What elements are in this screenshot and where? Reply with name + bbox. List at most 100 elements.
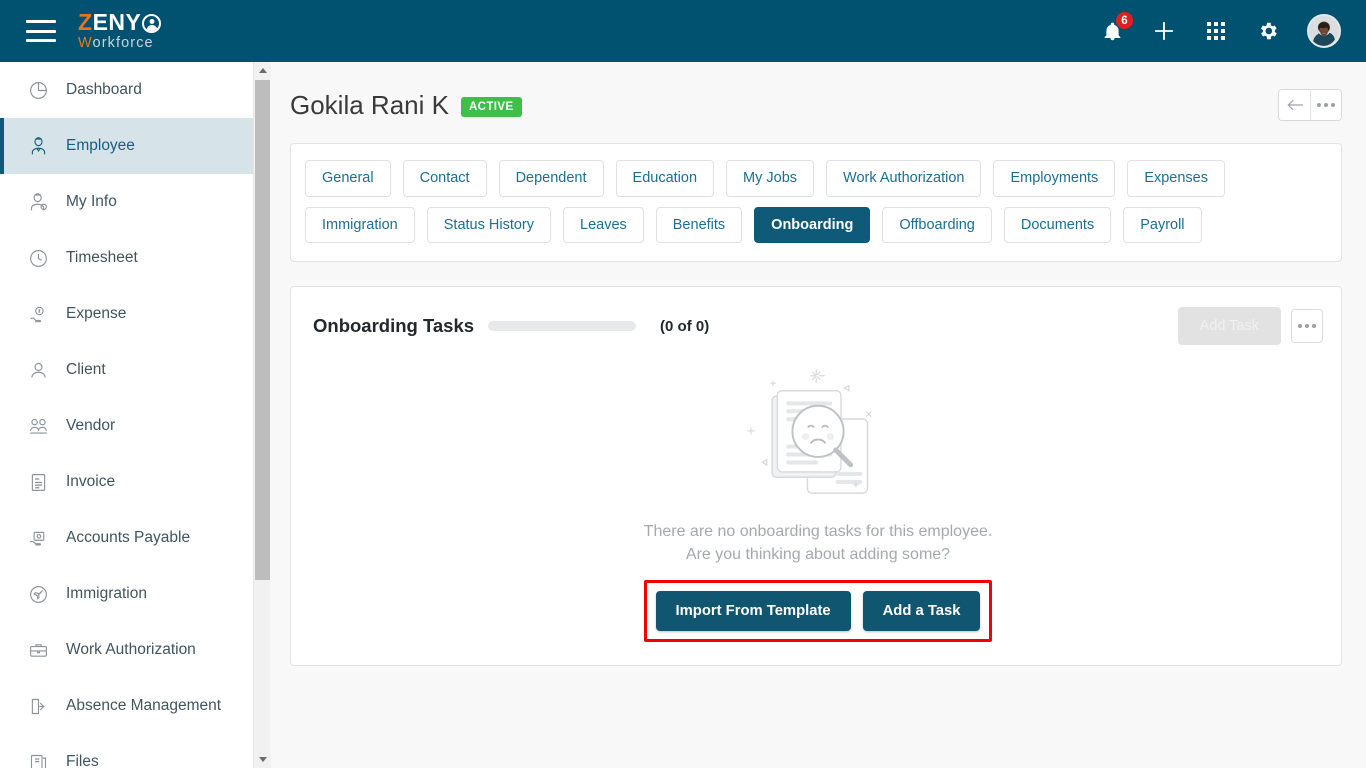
onboarding-progress-count: (0 of 0) — [660, 317, 710, 335]
sidebar-item-label: Absence Management — [66, 697, 222, 714]
onboarding-more-button[interactable] — [1291, 309, 1323, 344]
user-icon — [26, 358, 50, 382]
onboarding-progress-bar — [488, 321, 637, 332]
arrow-left-icon — [1287, 99, 1303, 111]
sidebar-item-accounts-payable[interactable]: Accounts Payable — [0, 510, 253, 566]
sidebar-item-label: Dashboard — [66, 81, 142, 98]
sidebar-item-label: Immigration — [66, 585, 147, 602]
back-button[interactable] — [1279, 90, 1310, 120]
sidebar-item-absence-management[interactable]: Absence Management — [0, 678, 253, 734]
sidebar-item-timesheet[interactable]: Timesheet — [0, 230, 253, 286]
logo-text-w: W — [78, 35, 93, 52]
hamburger-menu-icon[interactable] — [26, 20, 56, 42]
add-task-button[interactable]: Add Task — [1177, 307, 1281, 346]
logo-text-z: Z — [78, 9, 93, 36]
tab-offboarding[interactable]: Offboarding — [882, 206, 992, 244]
globe-plane-icon — [26, 582, 50, 606]
settings-button[interactable] — [1255, 18, 1281, 44]
tab-payroll[interactable]: Payroll — [1123, 206, 1202, 244]
empty-state: There are no onboarding tasks for this e… — [313, 359, 1323, 643]
tab-employments[interactable]: Employments — [993, 160, 1116, 197]
onboarding-tasks-card: Onboarding Tasks (0 of 0) Add Task There… — [290, 286, 1342, 667]
sidebar-item-invoice[interactable]: Invoice — [0, 454, 253, 510]
tab-expenses[interactable]: Expenses — [1127, 160, 1225, 197]
tab-immigration[interactable]: Immigration — [305, 206, 415, 244]
onboarding-tasks-title: Onboarding Tasks — [313, 315, 475, 337]
employee-tabs: General Contact Dependent Education My J… — [305, 160, 1327, 244]
user-avatar[interactable] — [1307, 14, 1341, 48]
sidebar-item-label: Work Authorization — [66, 641, 196, 658]
ellipsis-icon — [1298, 324, 1316, 329]
employee-icon — [26, 134, 50, 158]
scrollbar-thumb[interactable] — [255, 80, 270, 580]
tab-status-history[interactable]: Status History — [426, 206, 551, 244]
page-title: Gokila Rani K — [290, 89, 449, 120]
vendor-icon — [26, 414, 50, 438]
sidebar-item-dashboard[interactable]: Dashboard — [0, 62, 253, 118]
tab-work-authorization[interactable]: Work Authorization — [826, 160, 982, 197]
top-app-bar: Z ENY Workforce 6 — [0, 0, 1366, 62]
add-a-task-button[interactable]: Add a Task — [862, 591, 981, 632]
tab-education[interactable]: Education — [615, 160, 715, 197]
sidebar-scrollbar[interactable] — [253, 62, 271, 768]
sidebar-item-label: Timesheet — [66, 249, 138, 266]
main-content: Gokila Rani K ACTIVE General Contact Dep… — [271, 62, 1366, 768]
page-more-button[interactable] — [1310, 90, 1341, 120]
scroll-up-arrow-icon[interactable] — [254, 62, 271, 79]
sidebar-item-label: Expense — [66, 305, 127, 322]
pie-chart-icon — [26, 78, 50, 102]
empty-state-line-2: Are you thinking about adding some? — [685, 546, 951, 564]
clock-icon — [26, 246, 50, 270]
door-exit-icon — [26, 694, 50, 718]
tab-dependent[interactable]: Dependent — [498, 160, 604, 197]
logo-text-orkforce: orkforce — [92, 35, 154, 52]
tab-documents[interactable]: Documents — [1003, 206, 1112, 244]
zeny-workforce-logo[interactable]: Z ENY Workforce — [78, 9, 162, 52]
tab-general[interactable]: General — [305, 160, 391, 197]
topbar-actions: 6 — [1099, 11, 1341, 48]
scroll-down-arrow-icon[interactable] — [254, 751, 271, 768]
main-sidebar: Dashboard Employee My Info Timesheet Exp… — [0, 62, 253, 768]
sidebar-item-label: Vendor — [66, 417, 116, 434]
status-badge: ACTIVE — [460, 97, 522, 117]
sidebar-item-vendor[interactable]: Vendor — [0, 398, 253, 454]
sidebar-item-immigration[interactable]: Immigration — [0, 566, 253, 622]
notification-count-badge: 6 — [1115, 11, 1134, 30]
sidebar-item-employee[interactable]: Employee — [0, 118, 253, 174]
employee-tabs-card: General Contact Dependent Education My J… — [290, 143, 1342, 263]
tab-benefits[interactable]: Benefits — [655, 206, 743, 244]
notifications-button[interactable]: 6 — [1099, 11, 1134, 44]
logo-person-circle-icon — [142, 14, 162, 34]
onboarding-tasks-actions: Add Task — [1177, 307, 1323, 346]
sidebar-item-client[interactable]: Client — [0, 342, 253, 398]
onboarding-tasks-header: Onboarding Tasks (0 of 0) Add Task — [313, 307, 1323, 346]
grid-apps-icon — [1207, 22, 1225, 40]
tab-my-jobs[interactable]: My Jobs — [726, 160, 815, 197]
page-header: Gokila Rani K ACTIVE — [271, 62, 1366, 124]
sidebar-item-my-info[interactable]: My Info — [0, 174, 253, 230]
sidebar-item-files[interactable]: Files — [0, 734, 253, 768]
sidebar-item-work-authorization[interactable]: Work Authorization — [0, 622, 253, 678]
page-header-actions — [1278, 89, 1342, 121]
apps-grid-button[interactable] — [1203, 18, 1229, 44]
highlight-box: Import From Template Add a Task — [643, 580, 993, 643]
no-results-documents-magnifier-icon — [738, 359, 898, 514]
sidebar-item-label: Employee — [66, 137, 135, 154]
sidebar-item-label: Client — [66, 361, 106, 378]
logo-text-eny: ENY — [92, 9, 142, 36]
import-from-template-button[interactable]: Import From Template — [655, 591, 851, 632]
sidebar-item-label: Accounts Payable — [66, 529, 191, 546]
tab-onboarding[interactable]: Onboarding — [754, 206, 871, 244]
person-info-icon — [26, 190, 50, 214]
hand-money-icon — [26, 302, 50, 326]
sidebar-item-label: Files — [66, 753, 99, 768]
sidebar-item-label: My Info — [66, 193, 117, 210]
files-icon — [26, 750, 50, 768]
empty-state-text: There are no onboarding tasks for this e… — [644, 520, 993, 566]
add-new-button[interactable] — [1151, 18, 1177, 44]
sidebar-item-expense[interactable]: Expense — [0, 286, 253, 342]
empty-state-line-1: There are no onboarding tasks for this e… — [643, 523, 993, 541]
tab-leaves[interactable]: Leaves — [563, 206, 644, 244]
tab-contact[interactable]: Contact — [402, 160, 487, 197]
hand-payment-icon — [26, 526, 50, 550]
